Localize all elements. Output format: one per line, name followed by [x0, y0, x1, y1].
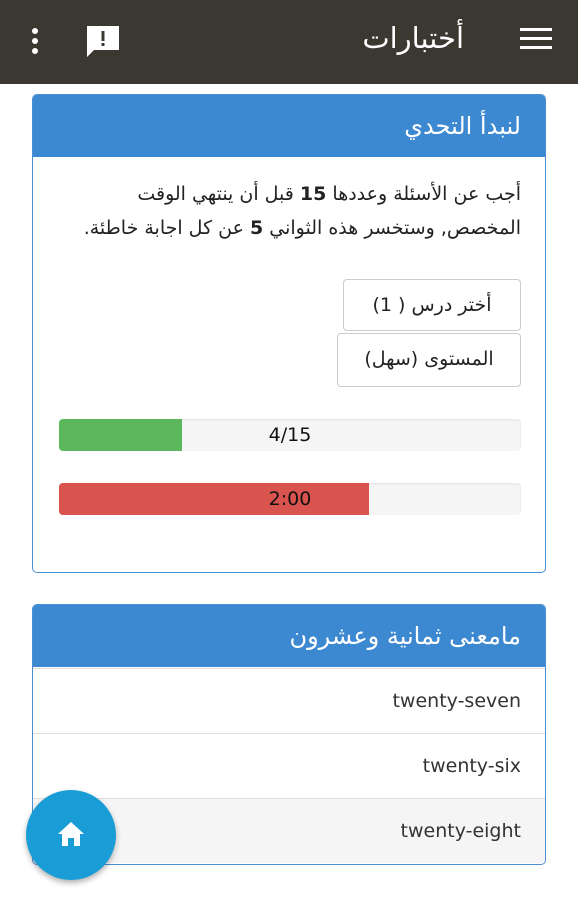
select-lesson-button[interactable]: أختر درس ( 1): [343, 279, 521, 331]
challenge-card-header: لنبدأ التحدي: [33, 95, 545, 157]
answer-option[interactable]: twenty-six: [33, 733, 545, 798]
answer-option[interactable]: twenty-seven: [33, 668, 545, 733]
more-vert-icon[interactable]: [26, 26, 44, 56]
challenge-description: أجب عن الأسئلة وعددها 15 قبل أن ينتهي ال…: [83, 183, 521, 239]
feedback-icon[interactable]: [84, 24, 122, 60]
question-text: مامعنى ثمانية وعشرون: [33, 605, 545, 667]
home-icon: [58, 822, 84, 846]
score-progress-label: 4/15: [268, 424, 312, 446]
score-progress-bar: 4/15: [59, 419, 521, 451]
home-button[interactable]: [26, 790, 116, 880]
timer-progress-label: 2:00: [268, 488, 312, 510]
select-level-button[interactable]: المستوى (سهل): [337, 333, 521, 387]
timer-progress-bar: 2:00: [59, 483, 521, 515]
penalty-seconds: 5: [250, 217, 264, 239]
app-bar: أختبارات: [0, 0, 578, 84]
page-title: أختبارات: [362, 21, 464, 55]
hamburger-menu-icon[interactable]: [520, 28, 552, 54]
question-count: 15: [299, 183, 327, 205]
challenge-card: لنبدأ التحدي أجب عن الأسئلة وعددها 15 قب…: [32, 94, 546, 573]
